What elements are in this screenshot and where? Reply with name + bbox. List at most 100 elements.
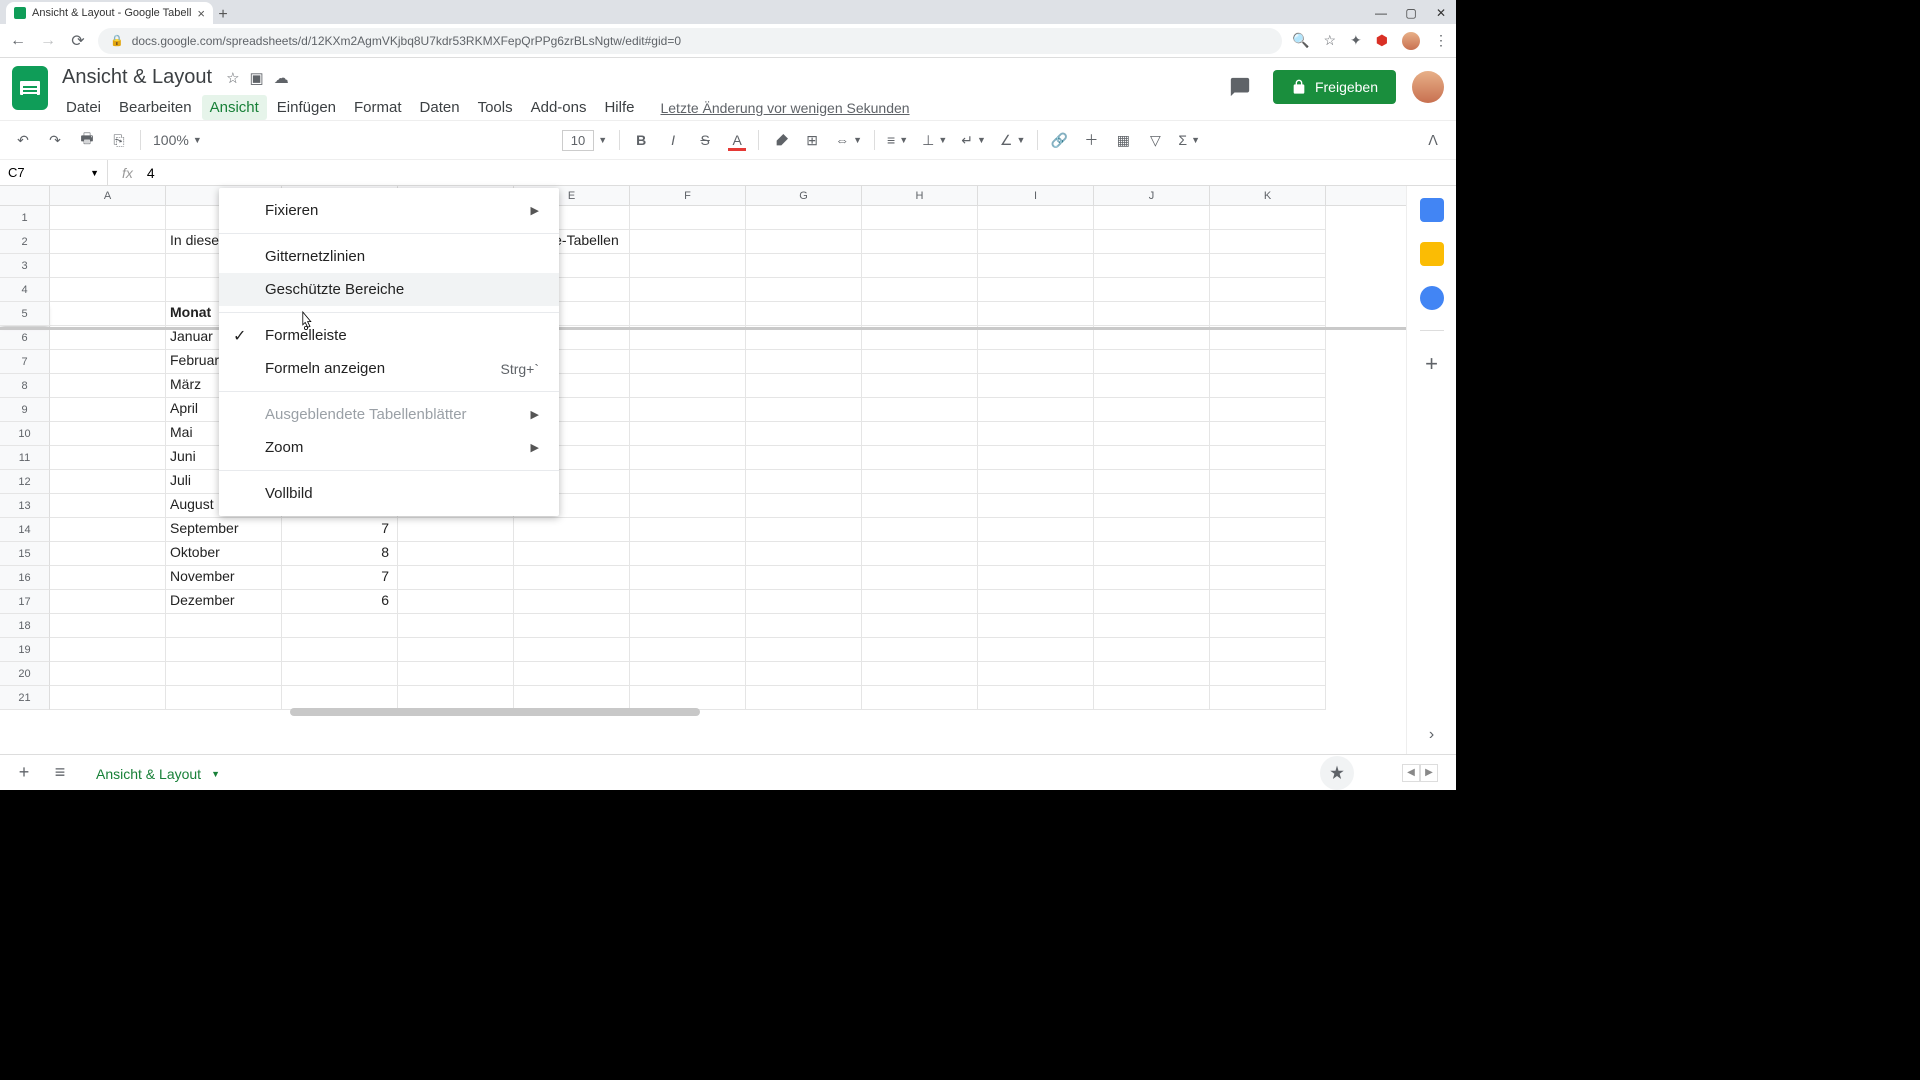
cell[interactable] [50,302,166,326]
cell[interactable] [1210,446,1326,470]
strikethrough-button[interactable]: S [692,127,718,153]
cell[interactable] [862,518,978,542]
menu-file[interactable]: Datei [58,95,109,120]
url-bar[interactable]: 🔒 docs.google.com/spreadsheets/d/12KXm2A… [98,28,1282,54]
cell[interactable] [630,662,746,686]
cell[interactable] [746,206,862,230]
cell[interactable] [746,614,862,638]
cell[interactable] [862,254,978,278]
cell[interactable] [1210,566,1326,590]
halign-button[interactable]: ≡▼ [883,132,912,148]
chart-button[interactable]: ▦ [1110,127,1136,153]
cell[interactable] [398,590,514,614]
gift-icon[interactable]: ⬢ [1376,32,1388,49]
extensions-icon[interactable]: ✦ [1350,32,1362,49]
cell[interactable] [630,422,746,446]
cell[interactable] [862,590,978,614]
keep-icon[interactable] [1420,242,1444,266]
minimize-button[interactable]: — [1366,2,1396,24]
row-header[interactable]: 17 [0,590,50,614]
row-header[interactable]: 12 [0,470,50,494]
row-header[interactable]: 2 [0,230,50,254]
menu-data[interactable]: Daten [412,95,468,120]
print-button[interactable]: 🖶 [74,127,100,153]
cell[interactable] [978,446,1094,470]
cell[interactable] [862,374,978,398]
filter-button[interactable]: ▽ [1142,127,1168,153]
cell[interactable] [1210,638,1326,662]
user-avatar[interactable] [1412,71,1444,103]
cell[interactable] [166,614,282,638]
cell[interactable] [1210,542,1326,566]
cell[interactable]: Oktober [166,542,282,566]
cell[interactable] [862,206,978,230]
frozen-row-divider[interactable] [0,326,1406,330]
cell[interactable] [1094,278,1210,302]
cell[interactable] [978,542,1094,566]
cell[interactable] [1210,254,1326,278]
cell[interactable] [282,614,398,638]
menu-freeze[interactable]: Fixieren ▶ [219,194,559,227]
link-button[interactable]: 🔗 [1046,127,1072,153]
add-sheet-button[interactable]: + [10,759,38,787]
cell[interactable] [862,302,978,326]
row-header[interactable]: 14 [0,518,50,542]
cell[interactable] [1210,422,1326,446]
cell[interactable] [1210,614,1326,638]
row-header[interactable]: 1 [0,206,50,230]
cell[interactable] [746,398,862,422]
hide-side-panel-button[interactable]: › [1429,726,1434,744]
cell[interactable] [746,566,862,590]
cell[interactable] [1094,350,1210,374]
cell[interactable] [1094,566,1210,590]
menu-protected-ranges[interactable]: Geschützte Bereiche [219,273,559,306]
col-header[interactable]: G [746,186,862,205]
cell[interactable] [978,566,1094,590]
cell[interactable] [1094,542,1210,566]
menu-tools[interactable]: Tools [470,95,521,120]
back-button[interactable]: ← [8,32,28,50]
select-all-corner[interactable] [0,186,50,205]
font-size-dropdown[interactable]: 10 ▼ [558,130,611,151]
cell[interactable]: September [166,518,282,542]
undo-button[interactable]: ↶ [10,127,36,153]
cell[interactable] [514,518,630,542]
cell[interactable] [50,542,166,566]
cell[interactable] [50,398,166,422]
menu-insert[interactable]: Einfügen [269,95,344,120]
row-header[interactable]: 4 [0,278,50,302]
cell[interactable] [50,566,166,590]
paint-format-button[interactable]: ⎘ [106,127,132,153]
close-tab-icon[interactable]: × [197,6,205,21]
star-icon[interactable]: ☆ [226,69,239,87]
borders-button[interactable]: ⊞ [799,127,825,153]
new-tab-button[interactable]: + [213,6,233,24]
cell[interactable] [1094,374,1210,398]
comments-button[interactable] [1223,70,1257,104]
cell[interactable] [978,398,1094,422]
cell[interactable] [1210,206,1326,230]
cell[interactable] [630,494,746,518]
cell[interactable] [630,254,746,278]
cell[interactable] [746,470,862,494]
tab-scroll-arrows[interactable]: ◀ ▶ [1402,764,1438,782]
cell[interactable] [746,422,862,446]
scroll-left-icon[interactable]: ◀ [1402,764,1420,782]
cell[interactable] [514,662,630,686]
close-window-button[interactable]: ✕ [1426,2,1456,24]
cell[interactable] [978,302,1094,326]
row-header[interactable]: 5 [0,302,50,326]
cell[interactable] [1210,518,1326,542]
wrap-button[interactable]: ↵▼ [957,132,990,149]
cell[interactable] [630,518,746,542]
cell[interactable] [978,590,1094,614]
cell[interactable] [1210,398,1326,422]
name-box[interactable]: C7 ▼ [0,160,108,185]
cell[interactable] [1210,590,1326,614]
cell[interactable]: Dezember [166,590,282,614]
cell[interactable]: 8 [282,542,398,566]
cell[interactable] [1094,254,1210,278]
row-header[interactable]: 9 [0,398,50,422]
menu-gridlines[interactable]: Gitternetzlinien [219,240,559,273]
cell[interactable] [398,542,514,566]
